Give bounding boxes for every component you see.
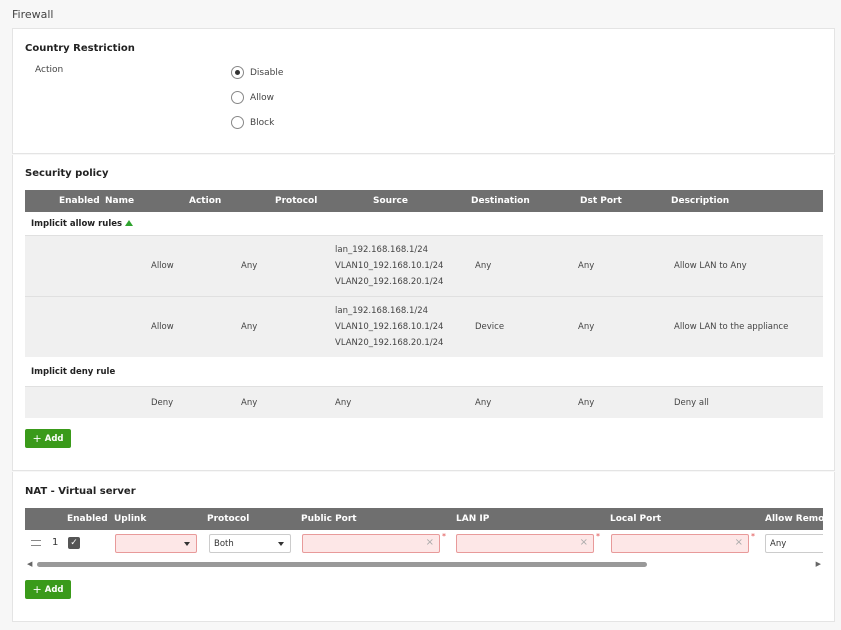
security-policy-card: Security policy Enabled Name Action Prot… (12, 155, 835, 471)
table-row: Allow Any lan_192.168.168.1/24 VLAN10_19… (25, 235, 823, 296)
nat-card: NAT - Virtual server Enabled Uplink Prot… (12, 472, 835, 622)
plus-icon: + (32, 583, 42, 596)
implicit-deny-group: Implicit deny rule (25, 358, 823, 386)
nat-add-label: Add (44, 584, 64, 595)
row-dst-port: Any (578, 322, 595, 332)
local-port-input[interactable]: × (611, 534, 749, 553)
col-protocol: Protocol (275, 196, 318, 206)
security-add-button[interactable]: + Add (25, 429, 71, 448)
radio-allow-label: Allow (250, 92, 275, 103)
radio-block-label: Block (250, 117, 275, 128)
sort-up-icon[interactable] (125, 220, 134, 226)
page-title: Firewall (12, 8, 54, 21)
clear-icon[interactable]: × (426, 537, 434, 548)
nat-col-public-port: Public Port (301, 514, 357, 524)
implicit-allow-group[interactable]: Implicit allow rules (25, 213, 823, 235)
nat-col-local-port: Local Port (610, 514, 662, 524)
country-restriction-card: Country Restriction Action Disable Allow… (12, 28, 835, 154)
row-action: Allow (151, 261, 174, 271)
clear-icon[interactable]: × (735, 537, 743, 548)
row-dst-port: Any (578, 398, 595, 408)
radio-disable[interactable]: Disable (231, 66, 283, 79)
implicit-deny-label: Implicit deny rule (31, 367, 116, 377)
chevron-down-icon (184, 542, 190, 546)
implicit-allow-label: Implicit allow rules (31, 219, 123, 229)
nat-title: NAT - Virtual server (25, 486, 136, 497)
scroll-left-icon[interactable]: ◀ (27, 560, 32, 568)
row-source: lan_192.168.168.1/24 VLAN10_192.168.10.1… (335, 245, 444, 287)
row-action: Allow (151, 322, 174, 332)
row-source: lan_192.168.168.1/24 VLAN10_192.168.10.1… (335, 306, 444, 348)
plus-icon: + (32, 432, 42, 445)
radio-block[interactable]: Block (231, 116, 274, 129)
row-destination: Any (475, 398, 492, 408)
security-add-label: Add (44, 433, 64, 444)
col-enabled: Enabled (59, 196, 100, 206)
nat-col-allow-remote: Allow Remote (765, 514, 823, 524)
row-protocol: Any (241, 398, 258, 408)
col-dst-port: Dst Port (580, 196, 622, 206)
allow-remote-value: Any (770, 539, 787, 549)
check-icon: ✓ (70, 538, 78, 548)
radio-allow[interactable]: Allow (231, 91, 274, 104)
scroll-right-icon[interactable]: ▶ (816, 560, 821, 568)
security-table-header: Enabled Name Action Protocol Source Dest… (25, 190, 823, 212)
row-protocol: Any (241, 322, 258, 332)
country-restriction-title: Country Restriction (25, 43, 135, 54)
table-row: Allow Any lan_192.168.168.1/24 VLAN10_19… (25, 296, 823, 357)
table-row: Deny Any Any Any Any Deny all (25, 386, 823, 418)
nat-col-lan-ip: LAN IP (456, 514, 490, 524)
allow-remote-select[interactable]: Any (765, 534, 823, 553)
nat-table-header: Enabled Uplink Protocol Public Port LAN … (25, 508, 823, 530)
nat-enabled-checkbox[interactable]: ✓ (68, 537, 80, 549)
action-label: Action (35, 65, 64, 75)
clear-icon[interactable]: × (580, 537, 588, 548)
col-destination: Destination (471, 196, 530, 206)
chevron-down-icon (278, 542, 284, 546)
nat-row: 1 ✓ Both × * × * × * Any (25, 531, 823, 557)
firewall-page: Firewall Country Restriction Action Disa… (0, 0, 841, 630)
radio-allow-icon[interactable] (231, 91, 244, 104)
radio-block-icon[interactable] (231, 116, 244, 129)
row-description: Allow LAN to the appliance (674, 322, 789, 332)
row-destination: Any (475, 261, 492, 271)
row-dst-port: Any (578, 261, 595, 271)
nat-row-number: 1 (52, 537, 59, 548)
required-marker: * (751, 532, 755, 541)
uplink-select[interactable] (115, 534, 197, 553)
lan-ip-input[interactable]: × (456, 534, 594, 553)
nat-add-button[interactable]: + Add (25, 580, 71, 599)
required-marker: * (596, 532, 600, 541)
col-description: Description (671, 196, 730, 206)
drag-handle-icon[interactable] (31, 540, 41, 546)
nat-col-protocol: Protocol (207, 514, 250, 524)
radio-disable-icon[interactable] (231, 66, 244, 79)
protocol-value: Both (214, 539, 234, 549)
row-description: Allow LAN to Any (674, 261, 747, 271)
row-protocol: Any (241, 261, 258, 271)
radio-disable-label: Disable (250, 67, 284, 78)
col-action: Action (189, 196, 222, 206)
security-policy-title: Security policy (25, 168, 109, 179)
row-action: Deny (151, 398, 174, 408)
required-marker: * (442, 532, 446, 541)
nat-col-enabled: Enabled (67, 514, 108, 524)
row-source: Any (335, 398, 352, 408)
protocol-select[interactable]: Both (209, 534, 291, 553)
row-description: Deny all (674, 398, 709, 408)
col-source: Source (373, 196, 408, 206)
scroll-thumb[interactable] (37, 562, 647, 567)
row-destination: Device (475, 322, 505, 332)
public-port-input[interactable]: × (302, 534, 440, 553)
col-name: Name (105, 196, 135, 206)
nat-col-uplink: Uplink (114, 514, 147, 524)
horizontal-scrollbar[interactable]: ◀ ▶ (25, 559, 823, 569)
